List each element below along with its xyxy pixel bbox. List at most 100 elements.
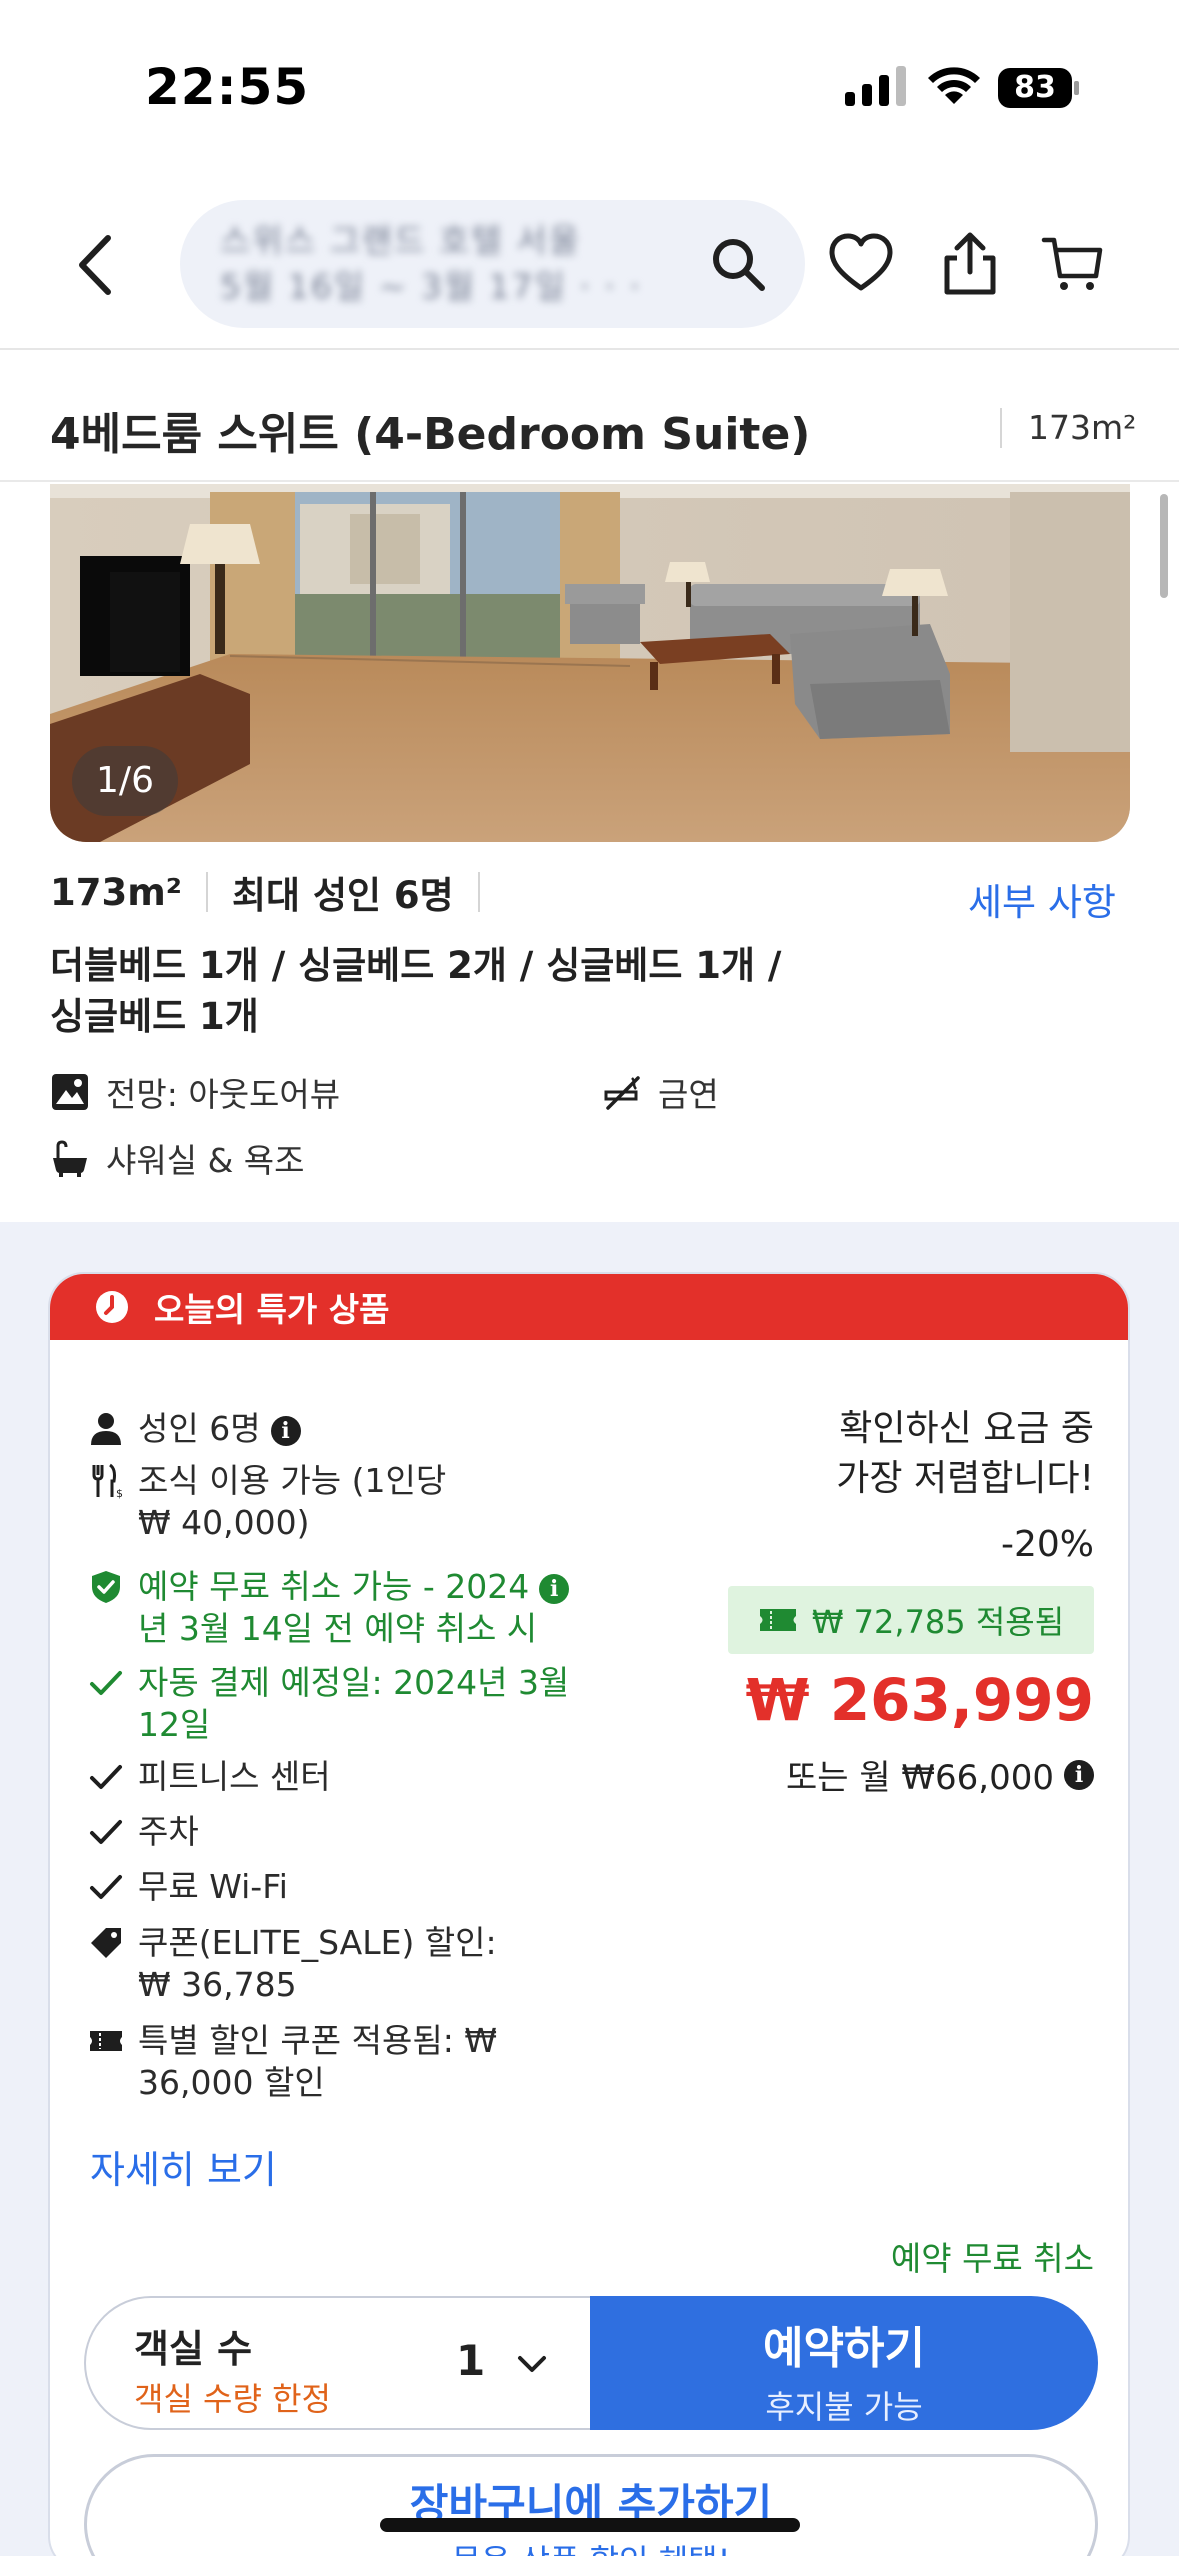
info-icon[interactable]: i <box>1064 1759 1094 1790</box>
inclusion-auto-payment: 자동 결제 예정일: 2024년 3월 12일 <box>86 1662 646 1746</box>
inclusion-coupon: 쿠폰(ELITE_SALE) 할인: ₩ 36,785 <box>86 1922 646 2006</box>
inclusion-coupon-line: ₩ 36,785 <box>138 1965 297 2004</box>
discount-percent: -20% <box>1000 1524 1094 1565</box>
room-summary-row: 173m² 최대 성인 6명 <box>50 868 504 917</box>
inclusion-special-coupon: 특별 할인 쿠폰 적용됨: ₩ 36,000 할인 <box>86 2020 646 2104</box>
bed-configuration-line: 더블베드 1개 / 싱글베드 2개 / 싱글베드 1개 / <box>50 944 782 987</box>
deal-card: 오늘의 특가 상품 성인 6명 i $ 조식 이용 가능 (1인당 ₩ 40,00… <box>48 1272 1130 2556</box>
see-more-link[interactable]: 자세히 보기 <box>90 2139 277 2194</box>
room-quantity-label: 객실 수 <box>134 2327 253 2371</box>
feature-bath-label: 샤워실 & 욕조 <box>106 1141 305 1180</box>
inclusion-special-coupon-line: 36,000 할인 <box>138 2063 325 2102</box>
best-price-note-line: 확인하신 요금 중 <box>839 1408 1094 1449</box>
search-summary-text: 스위스 그랜드 호텔 서울 5월 16일 ~ 3월 17일 · · · <box>220 218 680 310</box>
feature-bath: 샤워실 & 욕조 <box>50 1134 305 1182</box>
inclusion-free-cancel: 예약 무료 취소 가능 - 2024 i 년 3월 14일 전 예약 취소 시 <box>86 1566 646 1650</box>
ticket-icon <box>90 2031 122 2051</box>
search-summary-box[interactable]: 스위스 그랜드 호텔 서울 5월 16일 ~ 3월 17일 · · · <box>180 200 805 328</box>
tag-icon <box>91 1928 121 1958</box>
room-quantity-value: 1 <box>456 2336 486 2385</box>
deal-banner: 오늘의 특가 상품 <box>50 1274 1128 1340</box>
heart-icon[interactable] <box>828 230 894 296</box>
price: ₩ 263,999 <box>745 1666 1094 1734</box>
chevron-down-icon <box>518 2356 546 2372</box>
cart-icon[interactable] <box>1040 230 1106 296</box>
clock-icon <box>96 1291 128 1323</box>
feature-view-label: 전망: 아웃도어뷰 <box>106 1075 341 1114</box>
inclusion-fitness-label: 피트니스 센터 <box>138 1757 331 1796</box>
home-indicator[interactable] <box>380 2518 800 2532</box>
wifi-icon <box>928 67 980 104</box>
monthly-price-label: 또는 월 ₩66,000 <box>785 1758 1054 1798</box>
bed-configuration: 더블베드 1개 / 싱글베드 2개 / 싱글베드 1개 / 싱글베드 1개 <box>50 940 950 1042</box>
coupon-applied-label: ₩ 72,785 적용됨 <box>811 1603 1065 1641</box>
clock: 22:55 <box>145 58 310 116</box>
check-icon <box>90 1875 122 1899</box>
pay-later-label: 후지불 가능 <box>765 2388 923 2426</box>
check-icon <box>90 1671 122 1695</box>
ticket-icon <box>759 1609 796 1631</box>
room-photo[interactable]: 1/6 <box>50 484 1130 842</box>
battery-icon: 83 <box>998 68 1080 108</box>
feature-non-smoking-label: 금연 <box>658 1075 719 1114</box>
free-cancel-label: 예약 무료 취소 <box>890 2239 1094 2278</box>
cellular-signal-icon <box>845 66 906 106</box>
search-header: 스위스 그랜드 호텔 서울 5월 16일 ~ 3월 17일 · · · <box>0 170 1179 350</box>
divider <box>477 872 480 912</box>
room-title: 4베드룸 스위트 (4-Bedroom Suite) <box>50 409 811 460</box>
photo-counter: 1/6 <box>72 746 178 816</box>
add-to-cart-button[interactable]: 장바구니에 추가하기 묶음 상품 할인 혜택! <box>84 2454 1098 2556</box>
svg-text:$: $ <box>116 1487 123 1499</box>
inclusion-wifi: 무료 Wi-Fi <box>86 1866 646 1908</box>
battery-level: 83 <box>1014 70 1056 105</box>
best-price-note: 확인하신 요금 중 가장 저렴합니다! <box>674 1404 1094 1504</box>
details-link[interactable]: 세부 사항 <box>968 872 1116 926</box>
coupon-applied-badge: ₩ 72,785 적용됨 <box>728 1586 1094 1654</box>
cutlery-icon: $ <box>92 1463 123 1499</box>
inclusion-breakfast-line: ₩ 40,000) <box>138 1503 310 1542</box>
inclusion-adults-label: 성인 6명 <box>138 1409 261 1448</box>
inclusion-parking-label: 주차 <box>138 1812 199 1851</box>
deal-banner-label: 오늘의 특가 상품 <box>154 1290 390 1329</box>
feature-non-smoking: 금연 <box>602 1068 719 1116</box>
room-size: 173m² <box>50 870 182 914</box>
room-photo-illustration <box>50 484 1130 842</box>
divider <box>0 480 1179 482</box>
max-occupancy: 최대 성인 6명 <box>232 874 454 917</box>
best-price-note-line: 가장 저렴합니다! <box>836 1458 1094 1499</box>
scrollbar[interactable] <box>1160 494 1168 598</box>
feature-view: 전망: 아웃도어뷰 <box>50 1068 340 1116</box>
inclusion-auto-payment-line: 자동 결제 예정일: 2024년 3월 <box>138 1663 570 1702</box>
inclusion-breakfast: $ 조식 이용 가능 (1인당 ₩ 40,000) <box>86 1460 646 1544</box>
info-icon[interactable]: i <box>539 1573 570 1604</box>
inclusion-adults: 성인 6명 i <box>86 1408 646 1450</box>
inclusion-parking: 주차 <box>86 1811 646 1853</box>
book-button-label: 예약하기 <box>763 2323 925 2374</box>
divider <box>206 872 208 912</box>
inclusion-fitness: 피트니스 센터 <box>86 1756 646 1798</box>
share-icon[interactable] <box>937 230 1003 296</box>
book-button[interactable]: 예약하기 후지불 가능 <box>590 2296 1098 2430</box>
room-quantity-selector[interactable]: 객실 수 객실 수량 한정 1 <box>84 2296 614 2430</box>
inclusion-wifi-label: 무료 Wi-Fi <box>138 1867 288 1906</box>
back-arrow-icon[interactable] <box>70 230 120 300</box>
person-icon <box>91 1413 121 1445</box>
shield-check-icon <box>92 1571 120 1603</box>
inclusion-coupon-line: 쿠폰(ELITE_SALE) 할인: <box>138 1923 497 1962</box>
limited-rooms-label: 객실 수량 한정 <box>134 2380 331 2418</box>
status-bar: 22:55 83 <box>0 0 1179 170</box>
search-summary-dates: 5월 16일 ~ 3월 17일 · · · <box>220 267 642 306</box>
inclusion-free-cancel-line: 년 3월 14일 전 예약 취소 시 <box>138 1609 538 1648</box>
monthly-price: 또는 월 ₩66,000 i <box>786 1750 1094 1799</box>
inclusion-auto-payment-line: 12일 <box>138 1705 211 1744</box>
info-icon[interactable]: i <box>270 1415 301 1446</box>
inclusion-special-coupon-line: 특별 할인 쿠폰 적용됨: ₩ <box>138 2021 497 2060</box>
search-summary-hotel: 스위스 그랜드 호텔 서울 <box>220 221 582 260</box>
search-icon[interactable] <box>710 236 766 292</box>
bathtub-icon <box>53 1140 87 1177</box>
no-smoking-icon <box>604 1076 640 1110</box>
check-icon <box>90 1820 122 1844</box>
bundle-discount-label: 묶음 상품 할인 혜택! <box>87 2536 1095 2556</box>
inclusion-free-cancel-line: 예약 무료 취소 가능 - 2024 <box>138 1567 530 1606</box>
room-size-header: 173m² <box>1000 408 1136 448</box>
